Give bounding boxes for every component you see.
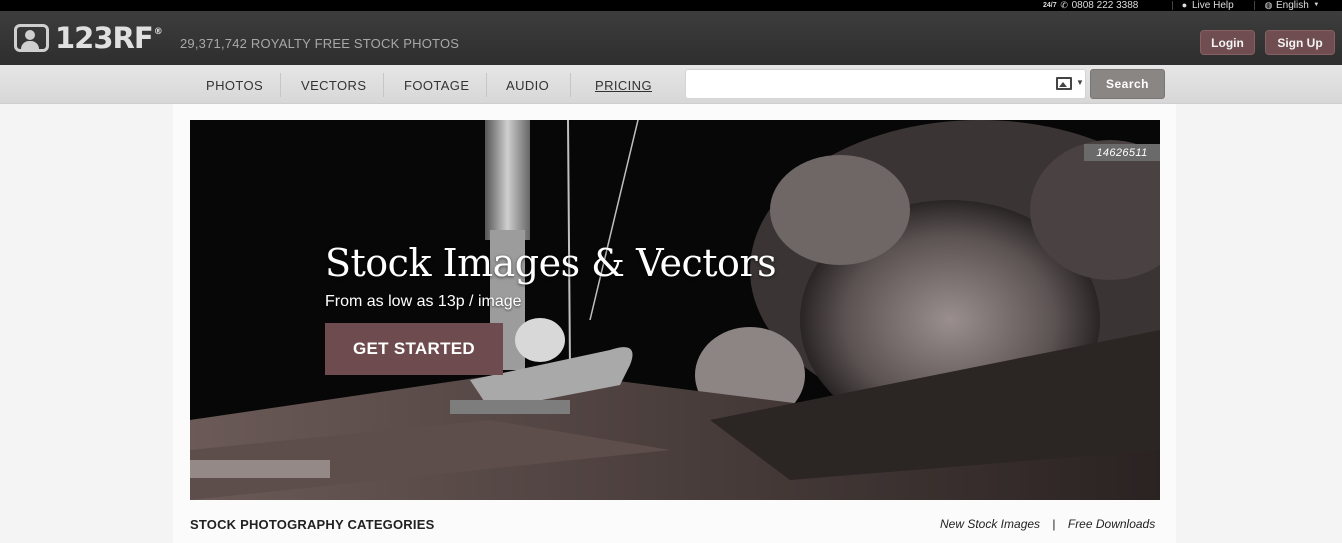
live-help-link[interactable]: ● Live Help <box>1180 0 1234 11</box>
nav-footage[interactable]: FOOTAGE <box>404 78 469 93</box>
phone-icon: ✆ <box>1060 0 1068 10</box>
phone-support: 24/7 ✆ 0808 222 3388 <box>1043 0 1138 11</box>
quick-links: New Stock Images | Free Downloads <box>940 517 1155 531</box>
image-search-icon[interactable] <box>1056 77 1072 90</box>
search-input[interactable] <box>686 70 1041 98</box>
registered-mark: ® <box>153 27 163 37</box>
image-id-badge: 14626511 <box>1084 144 1160 161</box>
nav-audio[interactable]: AUDIO <box>506 78 549 93</box>
hero-banner: 14626511 Stock Images & Vectors From as … <box>190 120 1160 500</box>
nav-vectors[interactable]: VECTORS <box>301 78 366 93</box>
stock-count-tagline: 29,371,742 ROYALTY FREE STOCK PHOTOS <box>180 36 459 51</box>
site-header: 123RF® 29,371,742 ROYALTY FREE STOCK PHO… <box>0 11 1342 65</box>
phone-prefix: 24/7 <box>1043 2 1057 9</box>
nav-pricing[interactable]: PRICING <box>595 78 652 93</box>
stock-count-number: 29,371,742 <box>180 36 248 51</box>
stock-count-label: ROYALTY FREE STOCK PHOTOS <box>250 36 460 51</box>
hero-subtitle: From as low as 13p / image <box>325 293 522 310</box>
login-button[interactable]: Login <box>1200 30 1255 55</box>
chat-bubble-icon: ● <box>1181 0 1188 10</box>
divider <box>1172 1 1173 10</box>
divider <box>1254 1 1255 10</box>
new-stock-images-link[interactable]: New Stock Images <box>940 517 1040 531</box>
signup-button[interactable]: Sign Up <box>1265 30 1335 55</box>
nav-divider <box>280 73 281 97</box>
chevron-down-icon: ▼ <box>1313 2 1320 8</box>
get-started-button[interactable]: GET STARTED <box>325 323 503 375</box>
logo-camera-icon <box>14 24 49 52</box>
search-button[interactable]: Search <box>1090 69 1165 99</box>
live-help-label: Live Help <box>1192 0 1234 11</box>
nav-photos[interactable]: PHOTOS <box>206 78 263 93</box>
link-divider: | <box>1052 517 1056 531</box>
free-downloads-link[interactable]: Free Downloads <box>1068 517 1155 531</box>
globe-icon: ◍ <box>1264 0 1273 10</box>
site-logo[interactable]: 123RF® <box>14 21 163 55</box>
language-selector[interactable]: ◍ English ▼ <box>1264 0 1321 11</box>
search-box: ▼ <box>685 69 1086 99</box>
nav-divider <box>486 73 487 97</box>
caret-down-icon[interactable]: ▼ <box>1076 78 1084 87</box>
logo-text: 123RF® <box>55 21 163 55</box>
hero-title: Stock Images & Vectors <box>325 241 777 285</box>
categories-heading: STOCK PHOTOGRAPHY CATEGORIES <box>190 517 435 532</box>
language-label: English <box>1276 0 1309 11</box>
nav-divider <box>570 73 571 97</box>
top-utility-bar: 24/7 ✆ 0808 222 3388 ● Live Help ◍ Engli… <box>0 0 1342 11</box>
nav-divider <box>383 73 384 97</box>
phone-number[interactable]: 0808 222 3388 <box>1072 0 1139 11</box>
main-nav: PHOTOS VECTORS FOOTAGE AUDIO PRICING ▼ S… <box>0 65 1342 104</box>
